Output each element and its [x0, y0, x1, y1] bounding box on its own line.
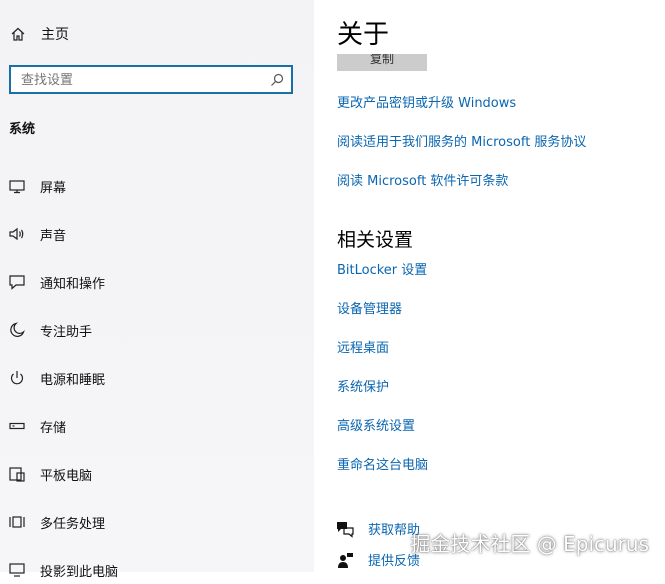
watermark: 掘金技术社区 @ Epicurus — [410, 532, 649, 556]
sidebar-item-home[interactable]: 主页 — [10, 22, 69, 46]
sidebar: 主页 系统 屏幕 声音 通知和操作 专注助手 电源和睡眠 — [0, 0, 314, 580]
home-icon — [11, 27, 25, 41]
help-chat-icon — [337, 521, 354, 538]
tablet-icon — [9, 467, 25, 482]
related-settings-heading: 相关设置 — [337, 229, 414, 251]
give-feedback-link[interactable]: 提供反馈 — [336, 550, 420, 569]
service-agreement-link[interactable]: 阅读适用于我们服务的 Microsoft 服务协议 — [337, 131, 586, 150]
sidebar-item-tablet[interactable]: 平板电脑 — [8, 460, 308, 488]
sidebar-item-label: 多任务处理 — [40, 516, 106, 532]
home-label: 主页 — [41, 27, 69, 43]
feedback-icon — [338, 552, 353, 568]
sidebar-item-label: 存储 — [40, 420, 67, 436]
sidebar-item-power-sleep[interactable]: 电源和睡眠 — [8, 364, 308, 392]
search-box[interactable] — [9, 65, 293, 94]
monitor-icon — [9, 180, 25, 194]
sidebar-item-label: 平板电脑 — [40, 468, 93, 484]
copy-button[interactable]: 复制 — [337, 54, 427, 71]
sidebar-item-label: 声音 — [40, 228, 67, 244]
search-input[interactable] — [21, 71, 261, 89]
sidebar-item-label: 通知和操作 — [40, 276, 106, 292]
sidebar-item-project-to-pc[interactable]: 投影到此电脑 — [8, 556, 308, 584]
moon-icon — [10, 322, 25, 337]
remote-desktop-link[interactable]: 远程桌面 — [337, 337, 389, 356]
project-icon — [9, 563, 25, 577]
sidebar-item-sound[interactable]: 声音 — [8, 220, 308, 248]
advanced-system-settings-link[interactable]: 高级系统设置 — [337, 415, 415, 434]
main-content: 关于 复制 更改产品密钥或升级 Windows 阅读适用于我们服务的 Micro… — [314, 0, 665, 572]
rename-pc-link[interactable]: 重命名这台电脑 — [337, 454, 428, 473]
sidebar-item-label: 屏幕 — [40, 180, 67, 196]
search-icon[interactable] — [270, 73, 284, 87]
power-icon — [10, 371, 24, 385]
device-manager-link[interactable]: 设备管理器 — [337, 298, 402, 317]
sidebar-item-label: 专注助手 — [40, 324, 93, 340]
section-title-system: 系统 — [9, 122, 36, 137]
sidebar-item-focus-assist[interactable]: 专注助手 — [8, 316, 308, 344]
change-product-key-link[interactable]: 更改产品密钥或升级 Windows — [337, 92, 516, 111]
sidebar-item-multitasking[interactable]: 多任务处理 — [8, 508, 308, 536]
notification-icon — [9, 275, 25, 290]
get-help-link[interactable]: 获取帮助 — [336, 519, 420, 538]
bitlocker-settings-link[interactable]: BitLocker 设置 — [337, 259, 427, 278]
multitask-icon — [9, 516, 25, 528]
system-protection-link[interactable]: 系统保护 — [337, 376, 389, 395]
sidebar-item-display[interactable]: 屏幕 — [8, 172, 308, 200]
page-title: 关于 — [337, 20, 390, 50]
license-terms-link[interactable]: 阅读 Microsoft 软件许可条款 — [337, 170, 508, 189]
sidebar-item-label: 投影到此电脑 — [40, 564, 119, 580]
speaker-icon — [9, 227, 24, 241]
sidebar-item-label: 电源和睡眠 — [40, 372, 106, 388]
sidebar-item-storage[interactable]: 存储 — [8, 412, 308, 440]
sidebar-item-notifications[interactable]: 通知和操作 — [8, 268, 308, 296]
storage-icon — [9, 422, 25, 430]
